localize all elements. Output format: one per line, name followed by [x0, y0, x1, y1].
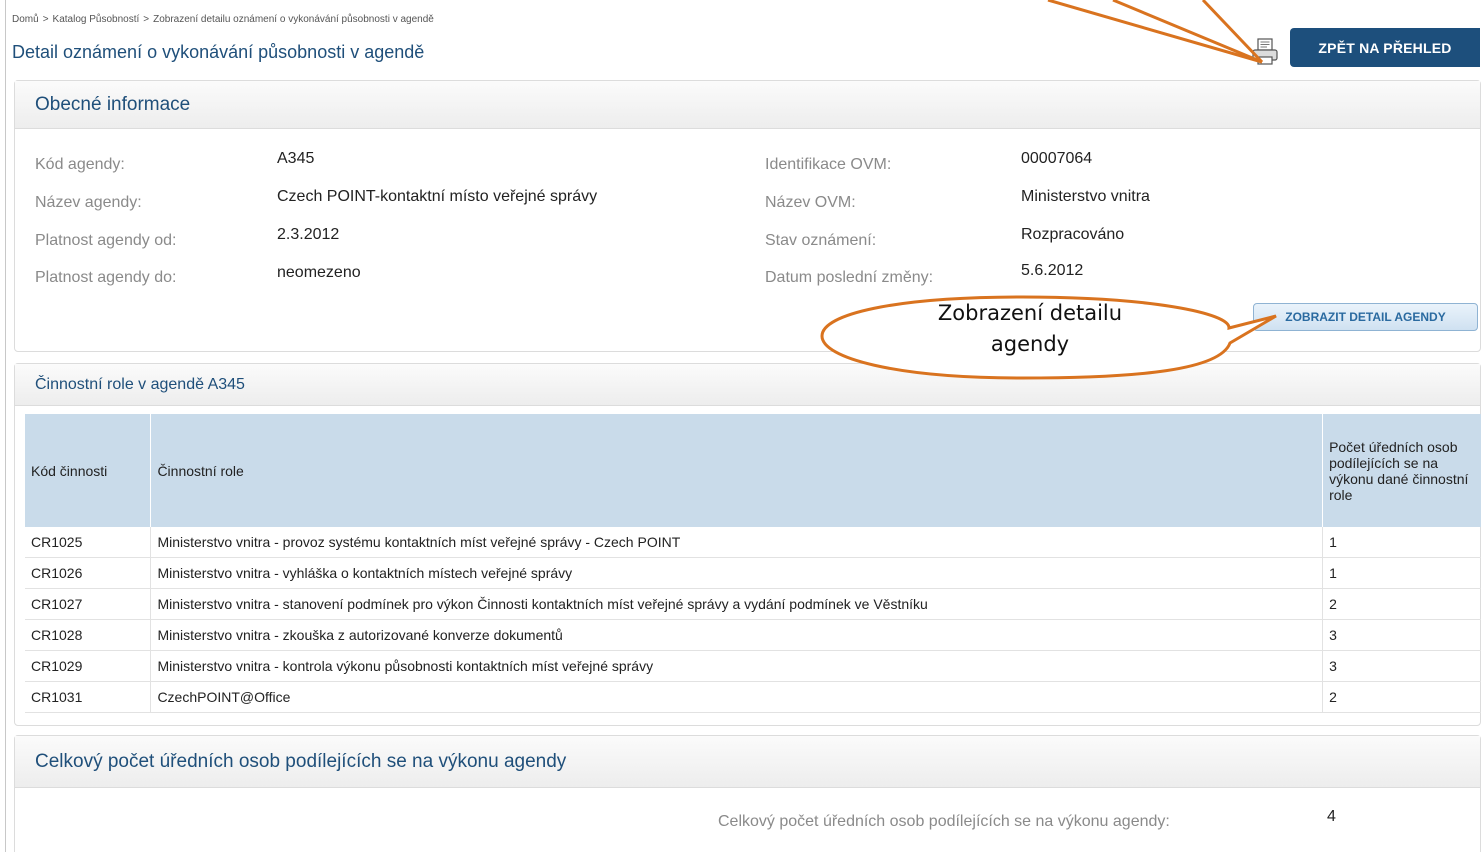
role-name-cell: Ministerstvo vnitra - provoz systému kon… [150, 527, 1324, 558]
role-code-cell: CR1029 [25, 650, 152, 682]
callout-line-1: Zobrazení detailu [937, 301, 1123, 325]
role-code-cell: CR1026 [25, 557, 152, 589]
role-count-cell: 1 [1322, 557, 1481, 589]
valid-from-label: Platnost agendy od: [35, 232, 177, 249]
role-count-cell: 3 [1322, 619, 1481, 651]
breadcrumb-separator: > [42, 14, 49, 25]
callout-arrow-top [1048, 0, 1262, 62]
breadcrumb: Domů > Katalog Působností > Zobrazení detail… [12, 14, 434, 25]
table-row: CR1028 Ministerstvo vnitra - zkouška z a… [25, 619, 1481, 651]
valid-to-label: Platnost agendy do: [35, 269, 177, 286]
ovm-name-value: Ministerstvo vnitra [1021, 188, 1150, 205]
breadcrumb-catalog[interactable]: Katalog Působností [53, 14, 140, 25]
last-change-value: 5.6.2012 [1021, 262, 1084, 279]
roles-title: Činnostní role v agendě A345 [15, 364, 1480, 406]
role-code-cell: CR1027 [25, 588, 152, 620]
role-name-cell: Ministerstvo vnitra - zkouška z autorizo… [150, 619, 1324, 651]
notice-state-label: Stav oznámení: [765, 232, 877, 249]
table-row: CR1029 Ministerstvo vnitra - kontrola vý… [25, 650, 1481, 682]
print-icon[interactable] [1250, 38, 1280, 66]
frame-border [5, 0, 6, 852]
table-header-row: Kód činnosti Činnostní role Počet úřední… [25, 414, 1481, 527]
callout-line-2: agendy [990, 332, 1070, 356]
show-agenda-detail-button[interactable]: ZOBRAZIT DETAIL AGENDY [1253, 303, 1478, 331]
role-code-cell: CR1025 [25, 527, 152, 558]
breadcrumb-home[interactable]: Domů [12, 14, 39, 25]
role-count-cell: 2 [1322, 588, 1481, 620]
back-to-overview-button[interactable]: ZPĚT NA PŘEHLED [1290, 28, 1480, 67]
total-count-value: 4 [1327, 808, 1336, 825]
role-name-cell: Ministerstvo vnitra - kontrola výkonu pů… [150, 650, 1324, 682]
role-name-cell: Ministerstvo vnitra - stanovení podmínek… [150, 588, 1324, 620]
column-header-role: Činnostní role [150, 414, 1324, 527]
role-count-cell: 1 [1322, 527, 1481, 558]
role-name-cell: CzechPOINT@Office [150, 681, 1324, 713]
agenda-code-value: A345 [277, 150, 315, 167]
agenda-name-value: Czech POINT-kontaktní místo veřejné sprá… [277, 188, 598, 205]
table-row: CR1025 Ministerstvo vnitra - provoz syst… [25, 527, 1481, 558]
table-row: CR1027 Ministerstvo vnitra - stanovení p… [25, 588, 1481, 620]
role-count-cell: 2 [1322, 681, 1481, 713]
valid-to-value: neomezeno [277, 264, 361, 281]
callout-text: Zobrazení detailu agendy [865, 298, 1195, 360]
notice-state-value: Rozpracováno [1021, 226, 1125, 243]
total-panel: Celkový počet úředních osob podílejících… [14, 735, 1481, 852]
valid-from-value: 2.3.2012 [277, 226, 340, 243]
breadcrumb-separator: > [143, 14, 150, 25]
breadcrumb-current: Zobrazení detailu oznámení o vykonávání … [153, 14, 434, 25]
role-code-cell: CR1031 [25, 681, 152, 713]
column-header-code: Kód činnosti [25, 414, 152, 527]
ovm-id-label: Identifikace OVM: [765, 156, 892, 173]
ovm-id-value: 00007064 [1021, 150, 1093, 167]
role-count-cell: 3 [1322, 650, 1481, 682]
agenda-code-label: Kód agendy: [35, 156, 125, 173]
role-name-cell: Ministerstvo vnitra - vyhláška o kontakt… [150, 557, 1324, 589]
last-change-label: Datum poslední změny: [765, 269, 934, 286]
roles-panel: Činnostní role v agendě A345 Kód činnost… [14, 363, 1481, 726]
table-row: CR1026 Ministerstvo vnitra - vyhláška o … [25, 557, 1481, 589]
column-header-count: Počet úředních osob podílejících se na v… [1322, 414, 1481, 527]
ovm-name-label: Název OVM: [765, 194, 856, 211]
page-title: Detail oznámení o vykonávání působnosti … [12, 42, 425, 62]
general-info-title: Obecné informace [15, 81, 1480, 129]
roles-table: Kód činnosti Činnostní role Počet úřední… [25, 414, 1481, 713]
total-count-label: Celkový počet úředních osob podílejících… [718, 813, 1170, 830]
table-row: CR1031 CzechPOINT@Office 2 [25, 681, 1481, 713]
total-title: Celkový počet úředních osob podílejících… [15, 736, 1480, 788]
agenda-name-label: Název agendy: [35, 194, 142, 211]
role-code-cell: CR1028 [25, 619, 152, 651]
